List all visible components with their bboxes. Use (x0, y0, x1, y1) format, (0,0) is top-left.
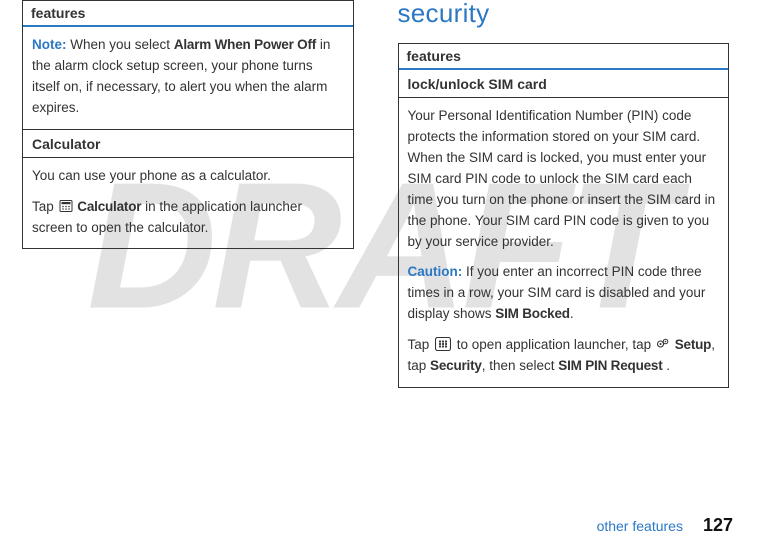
p3e: . (663, 358, 671, 373)
caution-bold: SIM Bocked (495, 306, 570, 321)
left-features-header: features (23, 1, 353, 27)
left-column: features Note: When you select Alarm Whe… (12, 0, 376, 546)
p3-bold3: SIM PIN Request (558, 358, 662, 373)
calculator-subhead: Calculator (23, 130, 353, 158)
calc-bold: Calculator (77, 199, 141, 214)
calculator-icon (59, 198, 73, 210)
security-heading: security (398, 0, 730, 29)
sim-p1: Your Personal Identification Number (PIN… (408, 106, 720, 252)
right-feature-box: features lock/unlock SIM card Your Perso… (398, 43, 730, 388)
note-text-1: When you select (67, 37, 174, 52)
footer-page-number: 127 (703, 515, 733, 535)
p3b: to open application launcher, tap (453, 337, 655, 352)
sim-cell: Your Personal Identification Number (PIN… (399, 98, 729, 387)
note-label: Note: (32, 37, 67, 52)
left-feature-box: features Note: When you select Alarm Whe… (22, 0, 354, 249)
right-column: security features lock/unlock SIM card Y… (376, 0, 740, 546)
app-launcher-icon (435, 337, 451, 351)
caution-label: Caution: (408, 264, 463, 279)
sim-caution: Caution: If you enter an incorrect PIN c… (408, 262, 720, 325)
note-paragraph: Note: When you select Alarm When Power O… (32, 35, 344, 119)
setup-gear-icon (656, 336, 670, 348)
calculator-p1: You can use your phone as a calculator. (32, 166, 344, 187)
p3-bold2: Security (430, 358, 482, 373)
p3-bold1: Setup (675, 337, 712, 352)
calculator-p2: Tap Calculator in the application launch… (32, 197, 344, 239)
note-bold-alarm: Alarm When Power Off (174, 37, 316, 52)
calc-p2a: Tap (32, 199, 58, 214)
right-features-header: features (399, 44, 729, 70)
footer-section-name: other features (597, 518, 683, 534)
page-footer: other features 127 (597, 515, 733, 536)
sim-p3: Tap to open application launcher, tap Se… (408, 335, 720, 377)
p3a: Tap (408, 337, 434, 352)
page-content: features Note: When you select Alarm Whe… (0, 0, 759, 546)
note-cell: Note: When you select Alarm When Power O… (23, 27, 353, 130)
caution-text-2: . (570, 306, 574, 321)
calculator-cell: You can use your phone as a calculator. … (23, 158, 353, 249)
sim-subhead: lock/unlock SIM card (399, 70, 729, 98)
p3d: , then select (482, 358, 559, 373)
